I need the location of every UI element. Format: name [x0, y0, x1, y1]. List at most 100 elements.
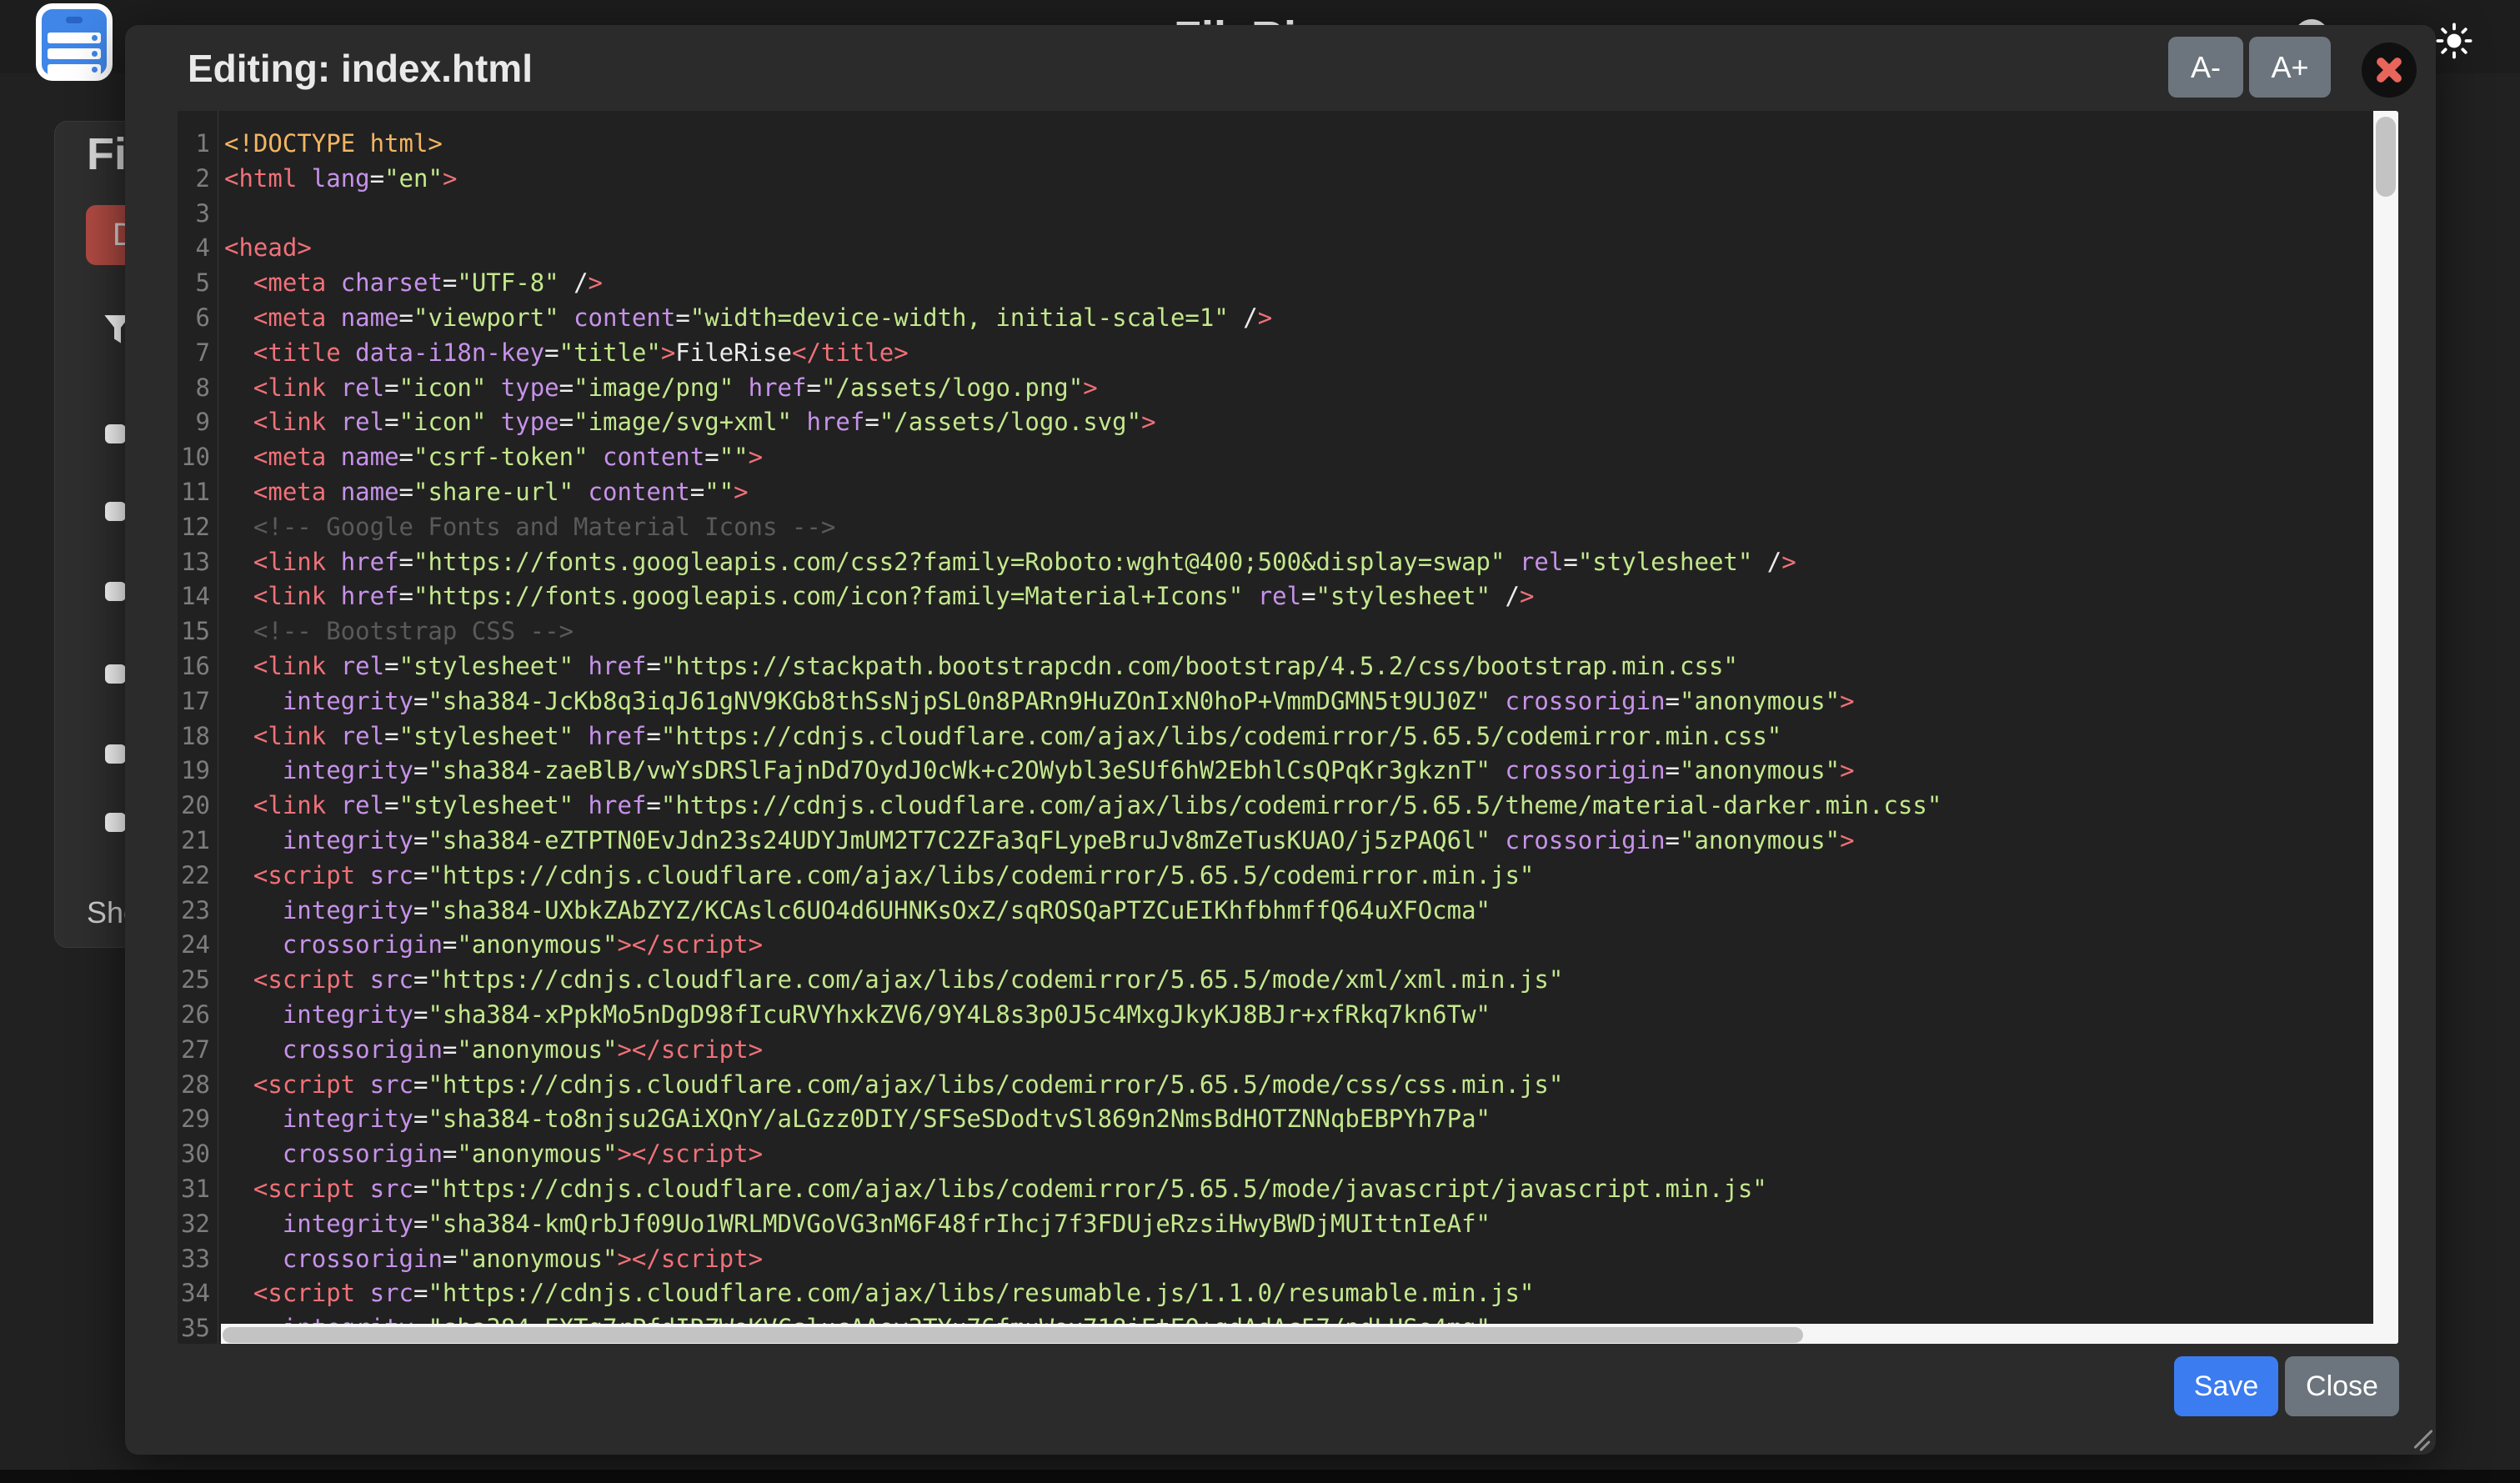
vertical-scrollbar-track[interactable] [2373, 111, 2398, 1344]
line-number: 9 [178, 405, 218, 440]
line-number: 16 [178, 649, 218, 684]
code-line: <html lang="en"> [224, 162, 2373, 197]
file-list-heading: Fi [87, 128, 127, 180]
modal-close-icon[interactable] [2362, 43, 2417, 98]
logo-bar [48, 64, 101, 75]
code-line: integrity="sha384-UXbkZAbZYZ/KCAslc6UO4d… [224, 894, 2373, 929]
code-line: crossorigin="anonymous"></script> [224, 1242, 2373, 1277]
editor-modal: Editing: index.html A- A+ 12345678910111… [125, 25, 2436, 1455]
code-line: <meta name="share-url" content=""> [224, 475, 2373, 510]
code-line: <link rel="stylesheet" href="https://cdn… [224, 789, 2373, 824]
code-line: <title data-i18n-key="title">FileRise</t… [224, 336, 2373, 371]
code-line: <link rel="stylesheet" href="https://cdn… [224, 719, 2373, 754]
logo-dot [92, 51, 98, 57]
line-number: 24 [178, 928, 218, 963]
line-number: 35 [178, 1311, 218, 1344]
code-line: integrity="sha384-to8njsu2GAiXQnY/aLGzz0… [224, 1102, 2373, 1137]
font-increase-button[interactable]: A+ [2249, 37, 2331, 98]
font-decrease-button[interactable]: A- [2168, 37, 2243, 98]
line-number: 1 [178, 127, 218, 162]
line-number: 8 [178, 371, 218, 406]
logo-slot [66, 17, 83, 23]
filerise-logo-icon[interactable] [36, 3, 113, 81]
logo-dot [92, 67, 98, 73]
line-number: 3 [178, 197, 218, 232]
line-number: 17 [178, 684, 218, 719]
line-number: 34 [178, 1276, 218, 1311]
code-line: <!-- Google Fonts and Material Icons --> [224, 510, 2373, 545]
file-row-checkbox[interactable] [105, 813, 126, 832]
line-number: 32 [178, 1207, 218, 1242]
file-row-checkbox[interactable] [105, 744, 126, 764]
line-number: 21 [178, 824, 218, 859]
line-number: 19 [178, 754, 218, 789]
line-number: 18 [178, 719, 218, 754]
line-number: 7 [178, 336, 218, 371]
line-number: 10 [178, 440, 218, 475]
close-button[interactable]: Close [2285, 1356, 2399, 1416]
code-editor[interactable]: 1234567891011121314151617181920212223242… [178, 111, 2398, 1344]
code-line: integrity="sha384-JcKb8q3iqJ61gNV9KGb8th… [224, 684, 2373, 719]
logo-bar [48, 33, 101, 43]
line-number: 15 [178, 614, 218, 649]
line-number: 2 [178, 162, 218, 197]
line-number: 30 [178, 1137, 218, 1172]
code-line: crossorigin="anonymous"></script> [224, 1137, 2373, 1172]
line-number: 25 [178, 963, 218, 998]
line-number: 5 [178, 266, 218, 301]
code-line: integrity="sha384-kmQrbJf09Uo1WRLMDVGoVG… [224, 1207, 2373, 1242]
line-number: 6 [178, 301, 218, 336]
code-line: <script src="https://cdnjs.cloudflare.co… [224, 1068, 2373, 1103]
file-row-checkbox[interactable] [105, 502, 126, 521]
code-line: <!DOCTYPE html> [224, 127, 2373, 162]
line-number: 28 [178, 1068, 218, 1103]
code-line: <!-- Bootstrap CSS --> [224, 614, 2373, 649]
line-number: 4 [178, 231, 218, 266]
code-content: <!DOCTYPE html><html lang="en"> <head> <… [224, 111, 2373, 1344]
save-button[interactable]: Save [2174, 1356, 2278, 1416]
code-line: <meta name="csrf-token" content=""> [224, 440, 2373, 475]
line-number: 14 [178, 579, 218, 614]
code-line [224, 197, 2373, 232]
code-line: integrity="sha384-xPpkMo5nDgD98fIcuRVYhx… [224, 998, 2373, 1033]
line-number: 11 [178, 475, 218, 510]
line-number: 12 [178, 510, 218, 545]
line-number: 26 [178, 998, 218, 1033]
modal-title: Editing: index.html [188, 46, 533, 91]
code-line: <script src="https://cdnjs.cloudflare.co… [224, 1172, 2373, 1207]
page-bottom-strip [0, 1470, 2520, 1483]
code-line: <link rel="icon" type="image/png" href="… [224, 371, 2373, 406]
code-line: <meta name="viewport" content="width=dev… [224, 301, 2373, 336]
code-line: <meta charset="UTF-8" /> [224, 266, 2373, 301]
code-line: <script src="https://cdnjs.cloudflare.co… [224, 859, 2373, 894]
code-line: <link rel="icon" type="image/svg+xml" hr… [224, 405, 2373, 440]
line-number: 23 [178, 894, 218, 929]
code-line: crossorigin="anonymous"></script> [224, 1033, 2373, 1068]
line-number: 29 [178, 1102, 218, 1137]
code-line: <link rel="stylesheet" href="https://sta… [224, 649, 2373, 684]
logo-bar [48, 48, 101, 59]
logo-dot [92, 35, 98, 41]
line-number: 13 [178, 545, 218, 580]
file-row-checkbox[interactable] [105, 424, 126, 443]
line-number: 20 [178, 789, 218, 824]
code-line: <link href="https://fonts.googleapis.com… [224, 545, 2373, 580]
code-line: <script src="https://cdnjs.cloudflare.co… [224, 963, 2373, 998]
file-row-checkbox[interactable] [105, 664, 126, 684]
code-line: integrity="sha384-eZTPTN0EvJdn23s24UDYJm… [224, 824, 2373, 859]
line-number: 22 [178, 859, 218, 894]
line-number-gutter: 1234567891011121314151617181920212223242… [178, 111, 218, 1344]
code-line: integrity="sha384-zaeBlB/vwYsDRSlFajnDd7… [224, 754, 2373, 789]
file-row-checkbox[interactable] [105, 582, 126, 601]
code-line: crossorigin="anonymous"></script> [224, 928, 2373, 963]
vertical-scrollbar-thumb[interactable] [2376, 117, 2396, 197]
code-line: <head> [224, 231, 2373, 266]
code-line: <link href="https://fonts.googleapis.com… [224, 579, 2373, 614]
line-number: 31 [178, 1172, 218, 1207]
screen: FileRise Fi D Sho Editing: index.html A-… [0, 0, 2520, 1483]
line-number: 33 [178, 1242, 218, 1277]
code-line: <script src="https://cdnjs.cloudflare.co… [224, 1276, 2373, 1311]
line-number: 27 [178, 1033, 218, 1068]
theme-toggle-sun-icon[interactable] [2435, 22, 2473, 60]
horizontal-scrollbar-thumb[interactable] [223, 1327, 1803, 1343]
